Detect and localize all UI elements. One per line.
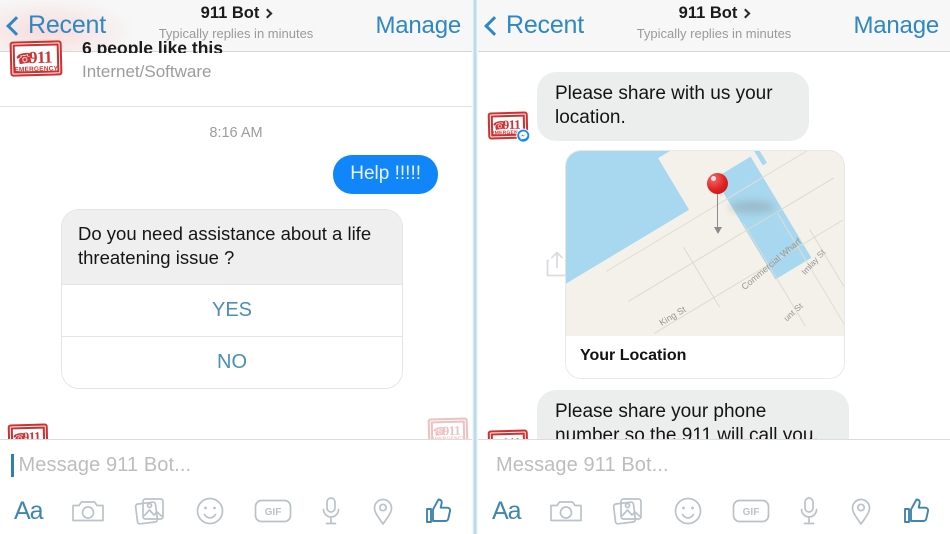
bot-avatar-location-request: ☎ 911 EMERGENCY [487, 111, 531, 143]
camera-icon[interactable] [549, 497, 583, 525]
message-thread-left[interactable]: 8:16 AM Help !!!!! Do you need assistanc… [0, 125, 472, 457]
gif-icon[interactable]: GIF [254, 498, 292, 524]
map-pin-icon [707, 172, 728, 234]
location-map-card[interactable]: Commercial Wharf Imlay St King St unt St… [566, 150, 844, 378]
page-likes-count: 6 people like this [82, 38, 224, 53]
chevron-left-icon [484, 15, 504, 36]
svg-text:GIF: GIF [264, 507, 281, 518]
composer-icon-row: Aa GIF [0, 490, 472, 532]
location-pin-icon[interactable] [371, 496, 395, 526]
page-info-strip: ☎ 911 EMERGENCY 6 people like this Inter… [0, 38, 472, 106]
quick-reply-no-button[interactable]: NO [62, 336, 402, 389]
avatar-emergency-label: EMERGENCY [14, 65, 59, 74]
thumbs-up-icon[interactable] [424, 496, 454, 526]
map-image: Commercial Wharf Imlay St King St unt St [566, 150, 844, 336]
chevron-right-icon [262, 8, 273, 19]
map-card-title: Your Location [566, 335, 844, 378]
message-thread-right[interactable]: ☎ 911 EMERGENCY Please share with us you… [478, 52, 950, 459]
location-request-row: ☎ 911 EMERGENCY Please share with us you… [478, 72, 950, 143]
map-pin-shadow [729, 200, 775, 213]
gif-icon[interactable]: GIF [732, 498, 770, 524]
page-meta: 6 people like this Internet/Software [82, 38, 223, 82]
chat-header: Recent 911 Bot Typically replies in minu… [0, 0, 472, 52]
message-input-placeholder[interactable]: Message 911 Bot... [19, 454, 192, 477]
location-card-row: Commercial Wharf Imlay St King St unt St… [478, 150, 950, 378]
page-title: 911 Bot [678, 4, 738, 22]
photo-library-icon[interactable] [134, 496, 166, 526]
outgoing-bubble[interactable]: Help !!!!! [333, 155, 438, 194]
camera-icon[interactable] [71, 497, 105, 525]
quick-reply-card: Do you need assistance about a life thre… [62, 210, 402, 389]
quick-reply-yes-button[interactable]: YES [62, 284, 402, 337]
back-button-label: Recent [506, 11, 585, 39]
bot-profile-link[interactable]: 911 Bot [200, 4, 273, 23]
page-title: 911 Bot [200, 4, 260, 22]
back-to-recent-button[interactable]: Recent [484, 11, 585, 40]
thumbs-up-icon[interactable] [902, 496, 932, 526]
message-input-placeholder[interactable]: Message 911 Bot... [496, 454, 669, 477]
outgoing-message-row: Help !!!!! [0, 155, 472, 194]
quick-reply-question: Do you need assistance about a life thre… [62, 210, 402, 285]
right-chat-screen: Recent 911 Bot Typically replies in minu… [478, 0, 950, 534]
composer-icon-row: Aa GIF [478, 490, 950, 532]
quick-reply-row: Do you need assistance about a life thre… [0, 210, 472, 389]
chevron-left-icon [6, 15, 26, 36]
message-input-row[interactable]: Message 911 Bot... [478, 440, 950, 490]
message-composer-right: Message 911 Bot... Aa GIF [478, 439, 950, 534]
photo-library-icon[interactable] [612, 496, 644, 526]
text-format-icon[interactable]: Aa [14, 497, 44, 526]
chevron-right-icon [740, 8, 751, 19]
message-composer-left: Message 911 Bot... Aa GIF [0, 439, 472, 534]
manage-button[interactable]: Manage [853, 12, 939, 40]
location-pin-icon[interactable] [849, 496, 873, 526]
microphone-icon[interactable] [320, 496, 342, 526]
text-cursor [11, 453, 14, 477]
emoji-icon[interactable] [673, 496, 703, 526]
page-category: Internet/Software [82, 62, 212, 81]
text-format-icon[interactable]: Aa [492, 497, 522, 526]
emoji-icon[interactable] [195, 496, 225, 526]
message-input-row[interactable]: Message 911 Bot... [0, 440, 472, 490]
dual-screenshot-container: Recent 911 Bot Typically replies in minu… [0, 0, 950, 534]
svg-text:GIF: GIF [742, 507, 759, 518]
manage-button[interactable]: Manage [375, 12, 461, 40]
chat-header: Recent 911 Bot Typically replies in minu… [478, 0, 950, 52]
bot-avatar-stamp: ☎ 911 EMERGENCY [9, 40, 63, 77]
divider-rule [0, 106, 472, 107]
location-request-bubble[interactable]: Please share with us your location. [537, 72, 809, 141]
messenger-badge-icon [516, 128, 531, 143]
message-timestamp: 8:16 AM [209, 125, 263, 141]
bot-profile-link[interactable]: 911 Bot [678, 4, 751, 23]
back-to-recent-button[interactable]: Recent [6, 11, 107, 40]
microphone-icon[interactable] [798, 496, 820, 526]
back-button-label: Recent [28, 11, 107, 39]
reply-time-subtitle: Typically replies in minutes [636, 26, 792, 41]
left-chat-screen: Recent 911 Bot Typically replies in minu… [0, 0, 472, 534]
